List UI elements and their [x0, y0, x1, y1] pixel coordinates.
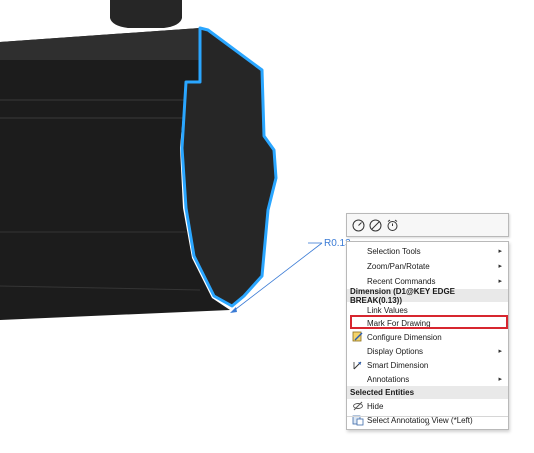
dimension-section-header: Dimension (D1@KEY EDGE BREAK(0.13))	[347, 287, 508, 305]
menu-item-configure-dimension[interactable]: Configure Dimension	[347, 330, 508, 344]
alarm-icon[interactable]	[385, 218, 399, 232]
context-menu: Selection Tools ▸ Zoom/Pan/Rotate ▸ Recent…	[346, 241, 509, 430]
context-toolbar	[346, 213, 509, 237]
entities-section-header: Selected Entities	[347, 386, 508, 399]
submenu-arrow-icon: ▸	[498, 278, 502, 285]
menu-item-smart-dimension[interactable]: Smart Dimension	[347, 358, 508, 372]
hide-icon	[352, 400, 364, 412]
submenu-arrow-icon: ▸	[498, 248, 502, 255]
menu-separator	[347, 416, 508, 417]
submenu-arrow-icon: ▸	[498, 263, 502, 270]
menu-item-annotations[interactable]: Annotations ▸	[347, 372, 508, 386]
part-top-face	[0, 28, 200, 60]
dimension-arrow-icon	[230, 307, 237, 313]
menu-item-display-options[interactable]: Display Options ▸	[347, 344, 508, 358]
highlight-box	[350, 315, 508, 329]
no-drag-icon[interactable]	[368, 218, 382, 232]
smart-dimension-icon	[352, 359, 364, 371]
menu-item-hide[interactable]: Hide	[347, 399, 508, 413]
submenu-arrow-icon: ▸	[498, 348, 502, 355]
menu-item-selection-tools[interactable]: Selection Tools ▸	[347, 244, 508, 258]
submenu-arrow-icon: ▸	[498, 376, 502, 383]
smart-dimension-icon[interactable]	[351, 218, 365, 232]
configure-dimension-icon	[352, 331, 364, 343]
part-handle	[110, 0, 182, 28]
menu-item-zoom-pan-rotate[interactable]: Zoom/Pan/Rotate ▸	[347, 259, 508, 273]
expand-menu-icon[interactable]: »	[347, 418, 508, 430]
